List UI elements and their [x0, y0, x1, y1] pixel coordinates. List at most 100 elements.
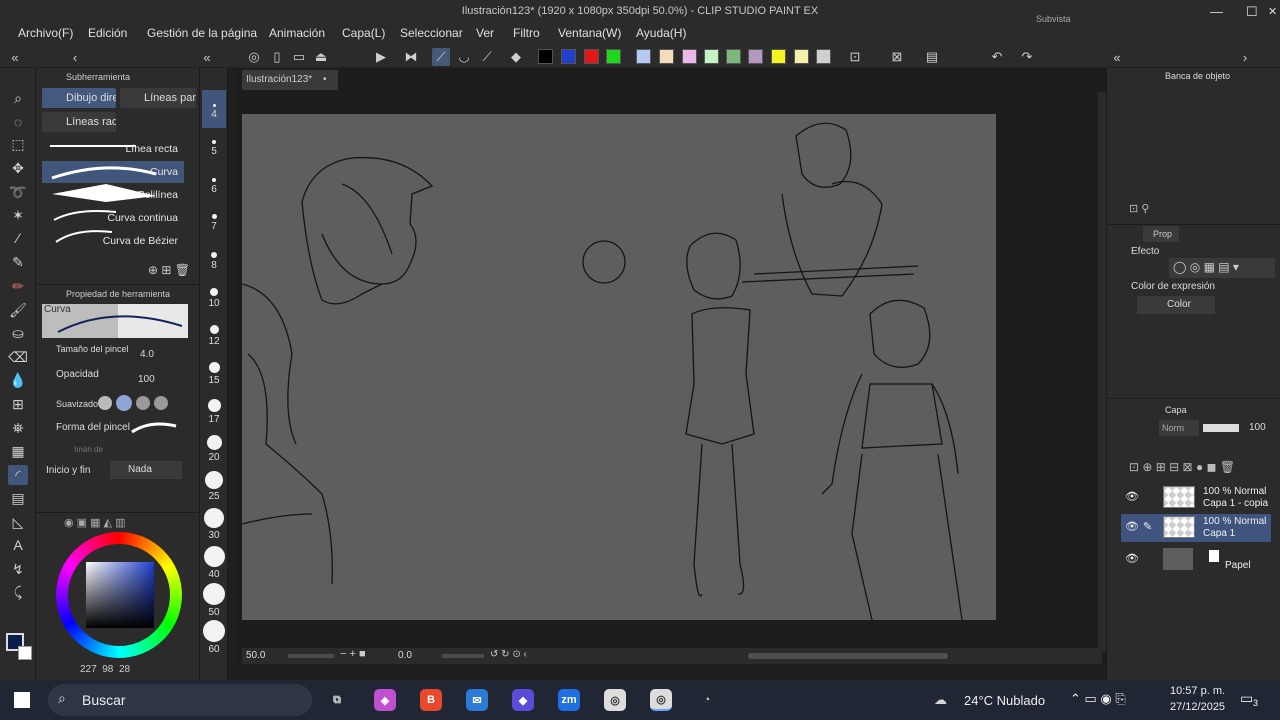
chevron-left-icon[interactable]: ‹	[66, 48, 84, 66]
menu-filtro[interactable]: Filtro	[513, 26, 540, 40]
layer-tab[interactable]: Capa	[1165, 405, 1187, 415]
copilot-icon[interactable]: ◈	[374, 689, 396, 711]
collapse-left-icon[interactable]: «	[6, 48, 24, 66]
minimize-button[interactable]: —	[1210, 4, 1223, 19]
blend-icon[interactable]: 💧	[8, 370, 28, 390]
line-snap-icon[interactable]: ⟋	[478, 48, 496, 66]
undo-icon[interactable]: ↶	[988, 48, 1006, 66]
swatch-lightblue[interactable]	[636, 49, 651, 64]
curve-snap-icon[interactable]: ◡	[455, 48, 473, 66]
open-file-icon[interactable]: ▭	[290, 48, 308, 66]
balloon-icon[interactable]: ↯	[8, 559, 28, 579]
size-60[interactable]: 60	[200, 620, 228, 655]
size-4[interactable]: 4	[200, 104, 228, 120]
color-tabs[interactable]: ◉ ▣ ▦ ◭ ▥	[64, 516, 125, 529]
layer-capa-1-copia[interactable]: 👁 100 % Normal Capa 1 - copia	[1121, 484, 1271, 512]
airbrush-icon[interactable]: ⛀	[8, 323, 28, 343]
new-file-icon[interactable]: ▯	[268, 48, 286, 66]
fill-bucket-icon[interactable]: ⛯	[8, 418, 28, 438]
size-6[interactable]: 6	[200, 178, 228, 195]
layer-opacity-slider[interactable]	[1203, 424, 1239, 432]
task-view-icon[interactable]: ⧉	[326, 689, 348, 711]
menu-ventana[interactable]: Ventana(W)	[558, 26, 621, 40]
layer-papel[interactable]: 👁 Papel	[1121, 546, 1271, 574]
search-box[interactable]: ⌕ Buscar	[48, 684, 312, 716]
close-button[interactable]: ✕	[1268, 5, 1277, 18]
gradient-icon[interactable]: ▦	[8, 441, 28, 461]
size-5[interactable]: 5	[200, 140, 228, 157]
vertical-scrollbar[interactable]	[1098, 92, 1106, 652]
swatch-peach[interactable]	[659, 49, 674, 64]
menu-edicion[interactable]: Edición	[88, 26, 127, 40]
layer-opacity-value[interactable]: 100	[1249, 422, 1266, 433]
decoration-icon[interactable]: ⊞	[8, 394, 28, 414]
save-icon[interactable]: ⏏	[312, 48, 330, 66]
selection-icon[interactable]: ⊠	[888, 48, 906, 66]
clip-studio-app-icon[interactable]: ◎	[604, 689, 626, 711]
menu-animacion[interactable]: Animación	[269, 26, 325, 40]
chevron-right-icon[interactable]: ›	[1236, 48, 1254, 66]
clip-studio-icon[interactable]: ◎	[245, 48, 263, 66]
tab-lineas-paralelas[interactable]: Líneas par	[120, 88, 196, 108]
brush-shape-preview[interactable]	[130, 418, 180, 436]
clock-time[interactable]: 10:57 p. m.	[1170, 685, 1225, 697]
mail-icon[interactable]: ✉	[466, 689, 488, 711]
sub-color-icon[interactable]	[18, 646, 32, 660]
angle-value[interactable]: 0.0	[398, 650, 412, 661]
swatch-cream[interactable]	[794, 49, 809, 64]
size-7[interactable]: 7	[200, 214, 228, 232]
eye-icon[interactable]: 👁	[1125, 490, 1139, 503]
collapse-icon[interactable]: «	[198, 48, 216, 66]
swatch-pink[interactable]	[682, 49, 697, 64]
maximize-button[interactable]: ☐	[1246, 4, 1258, 20]
zoom-icon[interactable]: ⌕	[8, 88, 28, 108]
size-25[interactable]: 25	[200, 471, 228, 502]
tab-dibujo-directo[interactable]: Dibujo dire	[42, 88, 116, 108]
horizontal-scroll-thumb[interactable]	[748, 653, 948, 659]
recorder-icon[interactable]: ◔	[696, 689, 718, 711]
layer-capa-1[interactable]: 👁 ✎ 100 % Normal Capa 1	[1121, 514, 1271, 542]
color-square[interactable]	[86, 562, 154, 628]
swatch-gray[interactable]	[816, 49, 831, 64]
collapse-right-icon[interactable]: «	[1108, 48, 1126, 66]
notification-icon[interactable]: ▭	[1240, 690, 1253, 707]
lasso-icon[interactable]: ➰	[8, 182, 28, 202]
size-8[interactable]: 8	[200, 252, 228, 271]
clock-date[interactable]: 27/12/2025	[1170, 701, 1225, 713]
frame-icon[interactable]: ▤	[8, 488, 28, 508]
tray-icons[interactable]: ⌃ ▭ ◉ ⎘	[1070, 691, 1126, 707]
menu-seleccionar[interactable]: Seleccionar	[400, 26, 463, 40]
fill-icon[interactable]: ◆	[507, 48, 525, 66]
size-17[interactable]: 17	[200, 399, 228, 425]
eye-icon[interactable]: 👁	[1125, 552, 1139, 565]
opacity-value[interactable]: 100	[138, 374, 155, 385]
text-icon[interactable]: A	[8, 535, 28, 555]
transform-icon[interactable]: ⊡	[846, 48, 864, 66]
pen-icon[interactable]: ✎	[8, 252, 28, 272]
menu-archivo[interactable]: Archivo(F)	[18, 26, 73, 40]
swatch-mauve[interactable]	[748, 49, 763, 64]
zoom-controls[interactable]: − + ■	[340, 648, 366, 660]
menu-capa[interactable]: Capa(L)	[342, 26, 385, 40]
size-40[interactable]: 40	[200, 546, 228, 580]
swatch-yellow[interactable]	[771, 49, 786, 64]
start-end-select[interactable]: Nada	[110, 461, 182, 479]
menu-ayuda[interactable]: Ayuda(H)	[636, 26, 686, 40]
clip-studio-paint-icon[interactable]: ◎	[650, 689, 672, 711]
size-20[interactable]: 20	[200, 435, 228, 463]
magic-wand-icon[interactable]: ✶	[8, 205, 28, 225]
document-tab[interactable]: Ilustración123* •	[242, 70, 338, 90]
size-30[interactable]: 30	[200, 508, 228, 541]
move-icon[interactable]: ✥	[8, 158, 28, 178]
app-icon[interactable]: ◆	[512, 689, 534, 711]
weather-text[interactable]: 24°C Nublado	[964, 693, 1045, 708]
tab-lineas-radiales[interactable]: Líneas radi	[42, 112, 116, 132]
size-15[interactable]: 15	[200, 362, 228, 386]
zoom-value[interactable]: 50.0	[246, 650, 265, 661]
menu-ver[interactable]: Ver	[476, 26, 494, 40]
brave-icon[interactable]: B	[420, 689, 442, 711]
rotate-controls[interactable]: ↺ ↻ ⊙ ‹	[490, 649, 527, 660]
smoothing-options[interactable]	[98, 394, 184, 412]
zoom-app-icon[interactable]: zm	[558, 689, 580, 711]
swatch-darkgreen[interactable]	[726, 49, 741, 64]
